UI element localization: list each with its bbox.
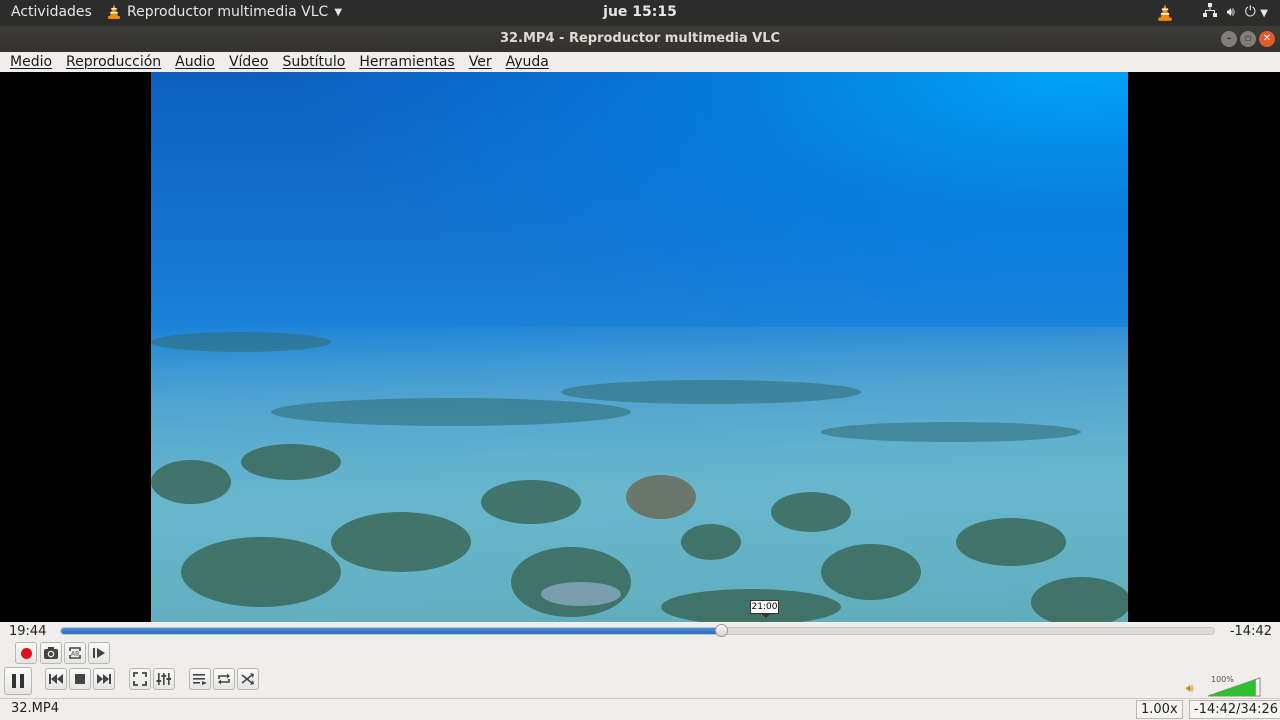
elapsed-time[interactable]: 19:44 <box>9 624 46 639</box>
window-title-bar[interactable]: 32.MP4 - Reproductor multimedia VLC – ▫ … <box>0 26 1280 52</box>
frame-step-icon <box>93 648 105 658</box>
menu-ver[interactable]: Ver <box>462 54 499 70</box>
menu-audio[interactable]: Audio <box>168 54 222 70</box>
menu-bar: Medio Reproducción Audio Vídeo Subtítulo… <box>0 52 1280 72</box>
status-filename: 32.MP4 <box>11 701 60 716</box>
seek-handle[interactable] <box>714 624 728 637</box>
snapshot-icon <box>44 647 58 659</box>
loop-icon <box>218 673 230 685</box>
speaker-icon[interactable]: 🔊︎ <box>1186 681 1194 696</box>
seek-slider[interactable] <box>60 624 1215 637</box>
vlc-cone-icon[interactable] <box>1157 4 1172 21</box>
menu-ayuda[interactable]: Ayuda <box>499 54 556 70</box>
previous-button[interactable] <box>45 668 67 690</box>
video-seaweed <box>151 332 1128 622</box>
svg-text:AB: AB <box>71 651 79 658</box>
system-tray[interactable]: 🔊︎ ⏻ ▼ <box>1157 3 1268 21</box>
shuffle-button[interactable] <box>237 668 259 690</box>
network-icon[interactable] <box>1202 3 1217 21</box>
volume-icon[interactable]: 🔊︎ <box>1227 5 1235 20</box>
minimize-button[interactable]: – <box>1221 31 1237 47</box>
activities-button[interactable]: Actividades <box>11 4 92 20</box>
volume-slider[interactable]: 🔊︎ 100% <box>1186 675 1276 697</box>
extended-settings-icon <box>156 673 172 685</box>
vlc-cone-icon <box>107 4 121 20</box>
pause-icon <box>12 674 24 688</box>
menu-medio[interactable]: Medio <box>3 54 59 70</box>
loop-button[interactable] <box>213 668 235 690</box>
fullscreen-icon <box>133 672 147 686</box>
snapshot-button[interactable] <box>40 642 62 664</box>
chevron-down-icon: ▼ <box>334 6 343 18</box>
window-title: 32.MP4 - Reproductor multimedia VLC <box>499 31 781 46</box>
gnome-top-bar: Actividades Reproductor multimedia VLC ▼… <box>0 0 1280 26</box>
close-button[interactable]: ✕ <box>1259 31 1275 47</box>
next-icon <box>97 674 111 684</box>
clock[interactable]: jue 15:15 <box>603 4 677 20</box>
ab-loop-button[interactable]: AB <box>64 642 86 664</box>
menu-video[interactable]: Vídeo <box>222 54 276 70</box>
seek-progress <box>61 628 721 634</box>
remaining-time[interactable]: -14:42 <box>1230 624 1272 639</box>
shuffle-icon <box>241 673 254 685</box>
maximize-button[interactable]: ▫ <box>1240 31 1256 47</box>
record-icon <box>20 647 32 659</box>
fullscreen-button[interactable] <box>129 668 151 690</box>
menu-reproduccion[interactable]: Reproducción <box>59 54 168 70</box>
ab-loop-icon: AB <box>69 647 81 659</box>
status-bar: 32.MP4 1.00x -14:42/34:26 <box>0 698 1280 720</box>
seek-tooltip: 21:00 <box>750 600 779 618</box>
extended-settings-button[interactable] <box>153 668 175 690</box>
pause-button[interactable] <box>4 667 32 695</box>
power-icon[interactable]: ⏻ ▼ <box>1245 4 1268 20</box>
playback-speed[interactable]: 1.00x <box>1136 700 1183 719</box>
menu-herramientas[interactable]: Herramientas <box>352 54 461 70</box>
video-area[interactable]: 21:00 <box>0 72 1280 622</box>
menu-subtitulo[interactable]: Subtítulo <box>276 54 353 70</box>
stop-icon <box>75 674 85 684</box>
app-menu[interactable]: Reproductor multimedia VLC ▼ <box>107 4 342 20</box>
app-menu-label: Reproductor multimedia VLC <box>127 4 329 20</box>
playlist-button[interactable] <box>189 668 211 690</box>
frame-step-button[interactable] <box>88 642 110 664</box>
status-time[interactable]: -14:42/34:26 <box>1189 700 1280 719</box>
next-button[interactable] <box>93 668 115 690</box>
video-frame[interactable] <box>151 72 1128 622</box>
stop-button[interactable] <box>69 668 91 690</box>
record-button[interactable] <box>15 642 37 664</box>
previous-icon <box>49 674 63 684</box>
playlist-icon <box>193 674 207 685</box>
